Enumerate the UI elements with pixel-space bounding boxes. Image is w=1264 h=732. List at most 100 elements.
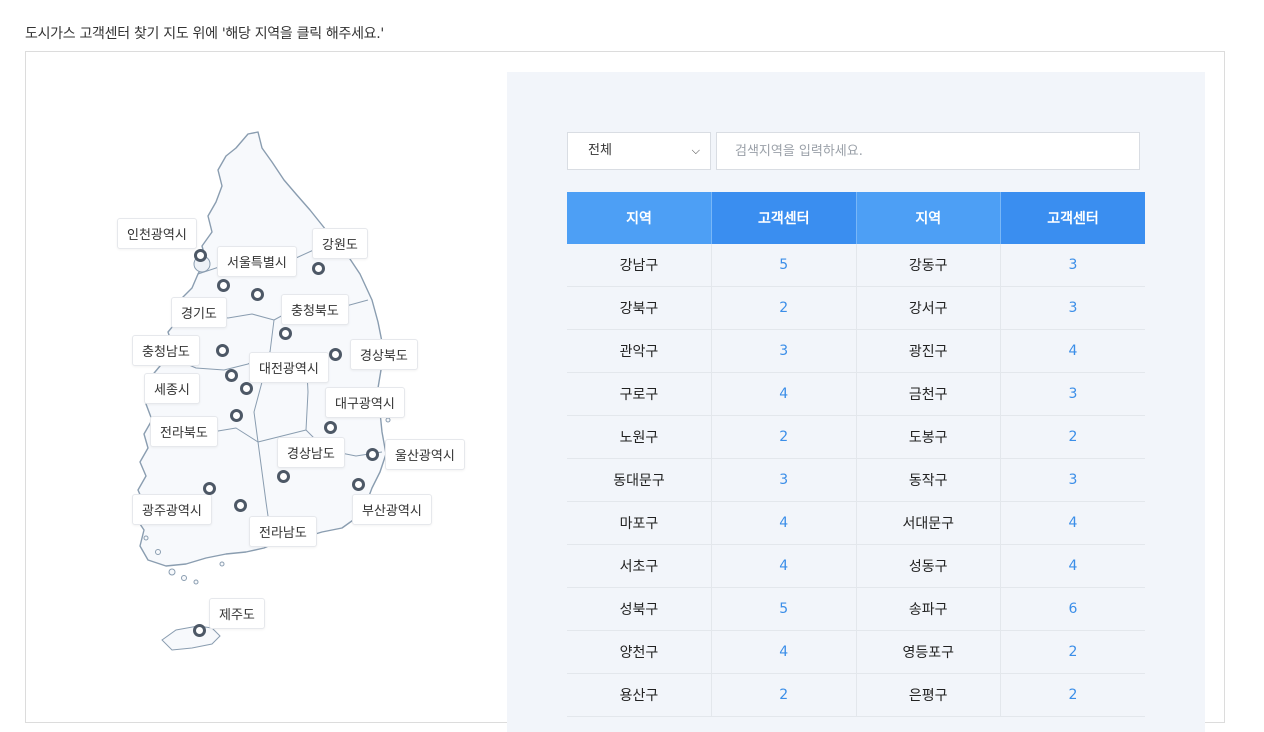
- map-marker-sejong[interactable]: [225, 369, 238, 382]
- region-label-sejong[interactable]: 세종시: [144, 373, 200, 404]
- region-name: 서초구: [567, 544, 712, 588]
- region-name: 강북구: [567, 286, 712, 330]
- service-center-table: 지역 고객센터 지역 고객센터 강남구 5 강동구 3 강북구 2 강서구 3 관악구 3 광진구 4…: [567, 192, 1145, 717]
- table-row: 노원구 2 도봉구 2: [567, 415, 1145, 459]
- region-name: 양천구: [567, 630, 712, 674]
- region-name: 용산구: [567, 673, 712, 717]
- service-center-count[interactable]: 3: [1000, 286, 1145, 330]
- table-row: 용산구 2 은평구 2: [567, 673, 1145, 717]
- column-header-region: 지역: [856, 192, 1001, 244]
- instruction-text: 도시가스 고객센터 찾기 지도 위에 '해당 지역을 클릭 해주세요.': [25, 26, 384, 42]
- region-name: 성북구: [567, 587, 712, 631]
- region-name: 마포구: [567, 501, 712, 545]
- service-center-count[interactable]: 2: [711, 673, 857, 717]
- region-name: 노원구: [567, 415, 712, 459]
- results-panel: 전체 ⌵ 지역 고객센터 지역 고객센터 강남구5강동구3강북구2강서구3관악구…: [507, 72, 1205, 732]
- service-center-count[interactable]: 2: [711, 286, 857, 330]
- table-row: 양천구 4 영등포구 2: [567, 630, 1145, 674]
- region-label-ulsan[interactable]: 울산광역시: [385, 439, 465, 470]
- service-center-count[interactable]: 3: [711, 329, 857, 373]
- map-marker-gwangju[interactable]: [203, 482, 216, 495]
- region-name: 동대문구: [567, 458, 712, 502]
- table-row: 동대문구 3 동작구 3: [567, 458, 1145, 502]
- service-center-count[interactable]: 2: [1000, 673, 1145, 717]
- table-row: 서초구 4 성동구 4: [567, 544, 1145, 588]
- region-name: 동작구: [856, 458, 1001, 502]
- service-center-count[interactable]: 3: [1000, 372, 1145, 416]
- map-marker-chungbuk[interactable]: [279, 327, 292, 340]
- service-center-count[interactable]: 4: [1000, 329, 1145, 373]
- service-center-count[interactable]: 6: [1000, 587, 1145, 631]
- map-marker-seoul[interactable]: [217, 279, 230, 292]
- column-header-centers: 고객센터: [1000, 192, 1145, 244]
- region-select-value: 전체: [588, 143, 612, 158]
- table-row: 성북구 5 송파구 6: [567, 587, 1145, 631]
- map-marker-daegu[interactable]: [324, 421, 337, 434]
- map-marker-jeju[interactable]: [193, 624, 206, 637]
- region-name: 영등포구: [856, 630, 1001, 674]
- region-label-jeonbuk[interactable]: 전라북도: [150, 416, 218, 447]
- service-center-count[interactable]: 5: [711, 244, 857, 287]
- map-marker-ulsan[interactable]: [366, 448, 379, 461]
- column-header-region: 지역: [567, 192, 712, 244]
- map-marker-gyeongnam[interactable]: [277, 470, 290, 483]
- region-label-gyeongbuk[interactable]: 경상북도: [350, 339, 418, 370]
- region-label-gwangju[interactable]: 광주광역시: [132, 494, 212, 525]
- region-label-jeonnam[interactable]: 전라남도: [249, 516, 317, 547]
- map-marker-jeonbuk[interactable]: [230, 409, 243, 422]
- service-center-count[interactable]: 4: [1000, 544, 1145, 588]
- service-center-count[interactable]: 5: [711, 587, 857, 631]
- region-name: 금천구: [856, 372, 1001, 416]
- region-label-chungbuk[interactable]: 충청북도: [281, 294, 349, 325]
- table-row: 강남구 5 강동구 3: [567, 244, 1145, 287]
- map-marker-chungnam[interactable]: [216, 344, 229, 357]
- region-name: 광진구: [856, 329, 1001, 373]
- service-center-count[interactable]: 2: [711, 415, 857, 459]
- region-name: 서대문구: [856, 501, 1001, 545]
- map-marker-busan[interactable]: [352, 478, 365, 491]
- column-header-centers: 고객센터: [711, 192, 857, 244]
- region-label-gyeongnam[interactable]: 경상남도: [277, 437, 345, 468]
- region-name: 강동구: [856, 244, 1001, 287]
- service-center-count[interactable]: 4: [711, 630, 857, 674]
- map-marker-gyeonggi[interactable]: [251, 288, 264, 301]
- region-label-daegu[interactable]: 대구광역시: [325, 387, 405, 418]
- region-label-incheon[interactable]: 인천광역시: [117, 218, 197, 249]
- service-center-count[interactable]: 2: [1000, 415, 1145, 459]
- region-label-seoul[interactable]: 서울특별시: [217, 246, 297, 277]
- service-center-count[interactable]: 4: [711, 372, 857, 416]
- service-center-count[interactable]: 3: [1000, 458, 1145, 502]
- service-center-count[interactable]: 4: [711, 544, 857, 588]
- map-marker-gangwon[interactable]: [312, 262, 325, 275]
- search-input[interactable]: [716, 132, 1140, 170]
- service-center-count[interactable]: 3: [1000, 244, 1145, 287]
- table-body: 강남구 5 강동구 3 강북구 2 강서구 3 관악구 3 광진구 4 구로구 4 금천구 3 노원구 2 도봉구 2…: [567, 244, 1145, 717]
- region-name: 성동구: [856, 544, 1001, 588]
- region-label-busan[interactable]: 부산광역시: [352, 494, 432, 525]
- region-label-jeju[interactable]: 제주도: [209, 598, 265, 629]
- service-center-count[interactable]: 2: [1000, 630, 1145, 674]
- region-name: 도봉구: [856, 415, 1001, 459]
- service-center-count[interactable]: 4: [1000, 501, 1145, 545]
- region-name: 구로구: [567, 372, 712, 416]
- service-center-count[interactable]: 3: [711, 458, 857, 502]
- table-row: 강북구 2 강서구 3: [567, 286, 1145, 330]
- region-label-chungnam[interactable]: 충청남도: [132, 335, 200, 366]
- region-name: 송파구: [856, 587, 1001, 631]
- table-row: 관악구 3 광진구 4: [567, 329, 1145, 373]
- search-frame: 인천광역시 서울특별시 강원도 충청북도 경기도 충청남도 대전광역시 경상북도…: [25, 51, 1225, 732]
- region-label-daejeon[interactable]: 대전광역시: [249, 352, 329, 383]
- region-name: 강서구: [856, 286, 1001, 330]
- map-marker-jeonnam[interactable]: [234, 499, 247, 512]
- map-marker-daejeon[interactable]: [240, 382, 253, 395]
- region-label-gangwon[interactable]: 강원도: [312, 228, 368, 259]
- table-row: 마포구 4 서대문구 4: [567, 501, 1145, 545]
- korea-map: 인천광역시 서울특별시 강원도 충청북도 경기도 충청남도 대전광역시 경상북도…: [26, 52, 506, 712]
- region-select[interactable]: 전체 ⌵: [567, 132, 711, 170]
- region-label-gyeonggi[interactable]: 경기도: [171, 297, 227, 328]
- service-center-count[interactable]: 4: [711, 501, 857, 545]
- map-marker-incheon[interactable]: [194, 249, 207, 262]
- map-marker-gyeongbuk[interactable]: [329, 348, 342, 361]
- region-name: 관악구: [567, 329, 712, 373]
- region-name: 은평구: [856, 673, 1001, 717]
